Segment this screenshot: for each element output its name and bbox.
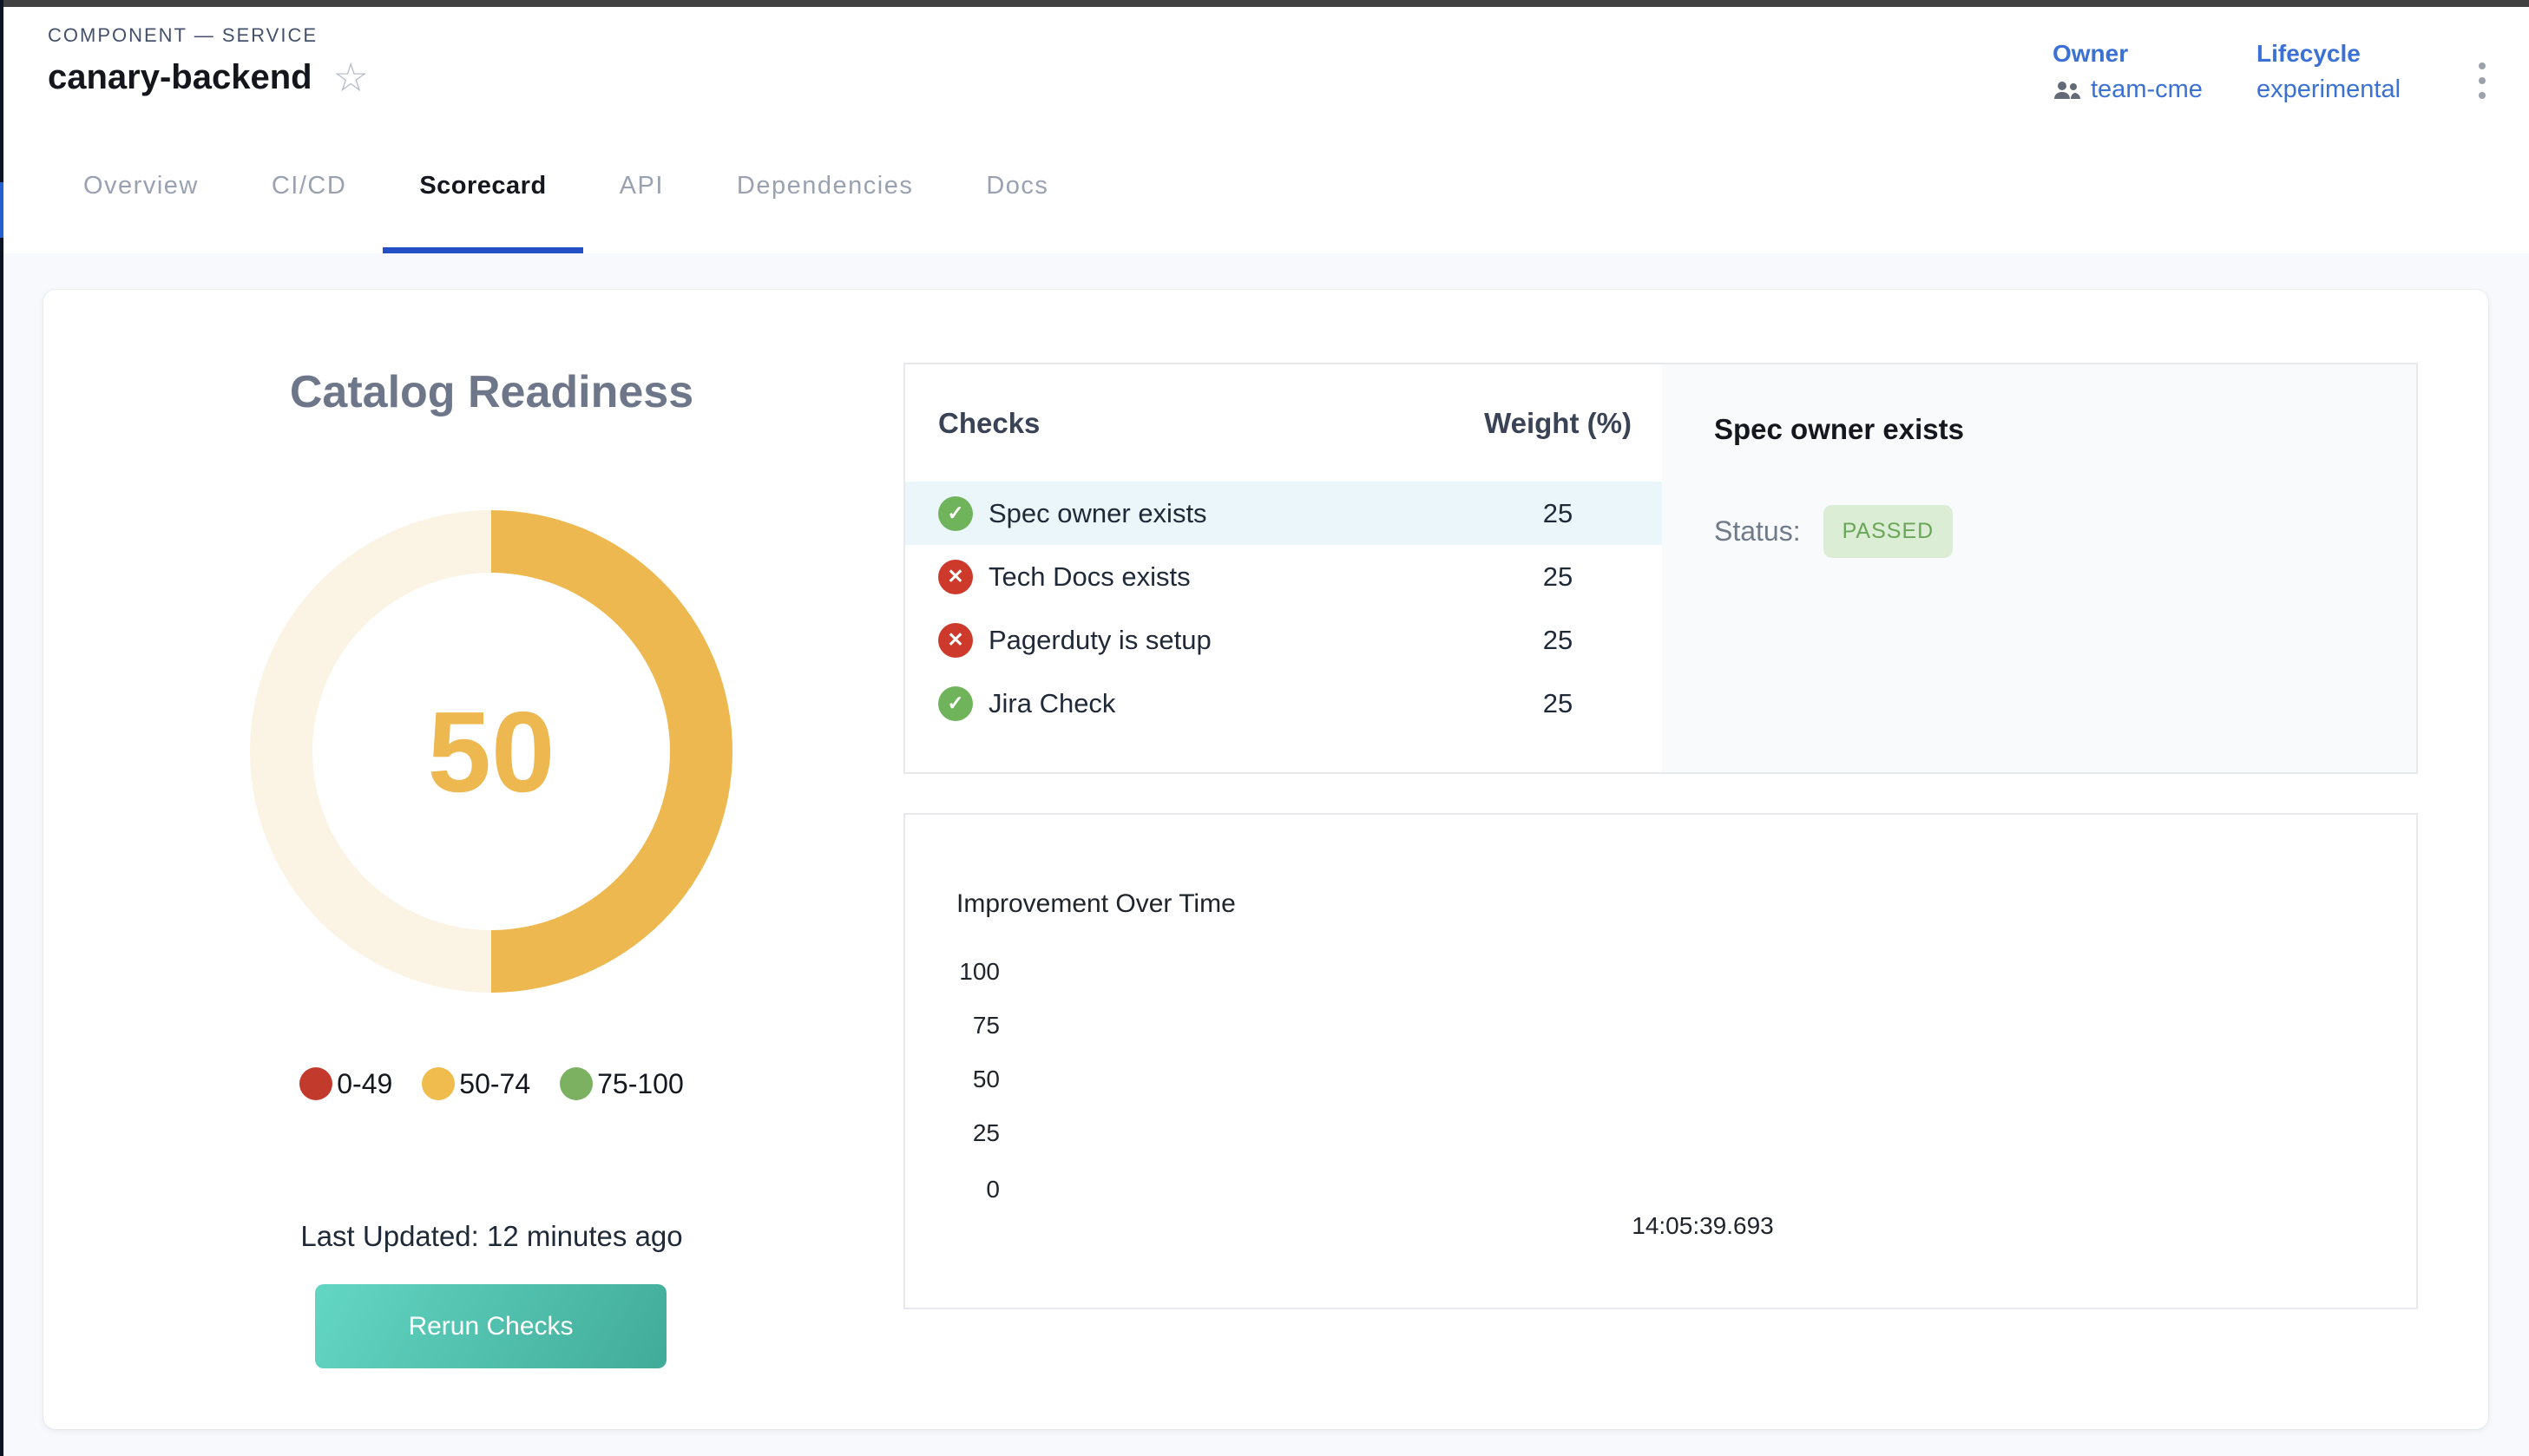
x-circle-icon	[938, 623, 973, 658]
page-background: Catalog Readiness 50 0-49 50-74	[3, 253, 2529, 1456]
y-axis-tick: 75	[930, 1012, 1000, 1040]
kebab-menu-icon[interactable]	[2475, 59, 2489, 102]
title-row: canary-backend ☆	[48, 57, 369, 97]
gauge-hole: 50	[312, 573, 670, 930]
status-label: Status:	[1714, 515, 1801, 548]
checks-table: Checks Weight (%) Spec owner exists 25 T…	[905, 364, 1662, 772]
legend-label: 75-100	[597, 1068, 684, 1100]
check-detail-title: Spec owner exists	[1714, 413, 2416, 446]
status-badge: PASSED	[1823, 505, 1954, 558]
legend-item-red: 0-49	[299, 1067, 392, 1100]
y-axis-tick: 0	[930, 1176, 1000, 1203]
x-circle-icon	[938, 560, 973, 594]
checks-table-header: Checks Weight (%)	[905, 364, 1662, 482]
gauge-legend: 0-49 50-74 75-100	[43, 1067, 940, 1100]
chart-title: Improvement Over Time	[956, 889, 1236, 919]
improvement-chart-panel: Improvement Over Time 100 75 50 25 0 14:…	[903, 813, 2418, 1309]
tab-overview[interactable]: Overview	[47, 119, 235, 253]
checks-panel: Checks Weight (%) Spec owner exists 25 T…	[903, 363, 2418, 774]
y-axis-tick: 50	[930, 1066, 1000, 1093]
favorite-star-icon[interactable]: ☆	[333, 57, 369, 97]
check-detail-panel: Spec owner exists Status: PASSED	[1662, 364, 2416, 772]
owner-meta: Owner team-cme	[2053, 40, 2203, 104]
y-axis-tick: 25	[930, 1119, 1000, 1147]
legend-item-green: 75-100	[560, 1067, 684, 1100]
gauge-score: 50	[428, 686, 555, 817]
y-axis-tick: 100	[930, 958, 1000, 986]
window-left-edge	[0, 0, 3, 1456]
legend-dot-yellow	[422, 1067, 455, 1100]
tab-api[interactable]: API	[583, 119, 700, 253]
app-window: COMPONENT — SERVICE canary-backend ☆ Own…	[0, 0, 2529, 1456]
legend-label: 0-49	[337, 1068, 392, 1100]
tab-cicd[interactable]: CI/CD	[235, 119, 383, 253]
gauge-column: Catalog Readiness 50 0-49 50-74	[43, 290, 940, 1429]
checks-column-header: Checks	[938, 407, 1454, 440]
legend-dot-red	[299, 1067, 332, 1100]
entity-header: COMPONENT — SERVICE canary-backend ☆ Own…	[3, 7, 2529, 121]
check-circle-icon	[938, 496, 973, 531]
owner-label: Owner	[2053, 40, 2203, 68]
tab-scorecard[interactable]: Scorecard	[383, 119, 582, 253]
window-top-edge	[0, 0, 2529, 7]
users-icon	[2053, 80, 2082, 101]
legend-label: 50-74	[459, 1068, 530, 1100]
readiness-gauge: 50	[250, 510, 732, 993]
lifecycle-meta: Lifecycle experimental	[2256, 40, 2401, 104]
last-updated-text: Last Updated: 12 minutes ago	[43, 1220, 940, 1253]
tab-bar: Overview CI/CD Scorecard API Dependencie…	[3, 119, 2529, 253]
page-title: canary-backend	[48, 58, 312, 97]
tab-docs[interactable]: Docs	[949, 119, 1085, 253]
gauge-title: Catalog Readiness	[43, 366, 940, 418]
legend-item-yellow: 50-74	[422, 1067, 530, 1100]
table-row[interactable]: Tech Docs exists 25	[905, 545, 1662, 608]
check-circle-icon	[938, 686, 973, 721]
weight-column-header: Weight (%)	[1454, 407, 1662, 440]
tab-dependencies[interactable]: Dependencies	[700, 119, 949, 253]
table-row[interactable]: Spec owner exists 25	[905, 482, 1662, 545]
table-row[interactable]: Jira Check 25	[905, 672, 1662, 735]
rerun-checks-button[interactable]: Rerun Checks	[315, 1284, 667, 1368]
breadcrumb: COMPONENT — SERVICE	[48, 24, 318, 47]
owner-value-row[interactable]: team-cme	[2053, 75, 2203, 104]
active-nav-indicator	[0, 182, 3, 238]
table-row[interactable]: Pagerduty is setup 25	[905, 608, 1662, 672]
owner-link[interactable]: team-cme	[2091, 75, 2203, 104]
scorecard-card: Catalog Readiness 50 0-49 50-74	[43, 290, 2488, 1429]
lifecycle-value: experimental	[2256, 75, 2401, 104]
x-axis-tick: 14:05:39.693	[1573, 1212, 1833, 1240]
legend-dot-green	[560, 1067, 593, 1100]
status-row: Status: PASSED	[1714, 505, 2416, 558]
lifecycle-label: Lifecycle	[2256, 40, 2401, 68]
